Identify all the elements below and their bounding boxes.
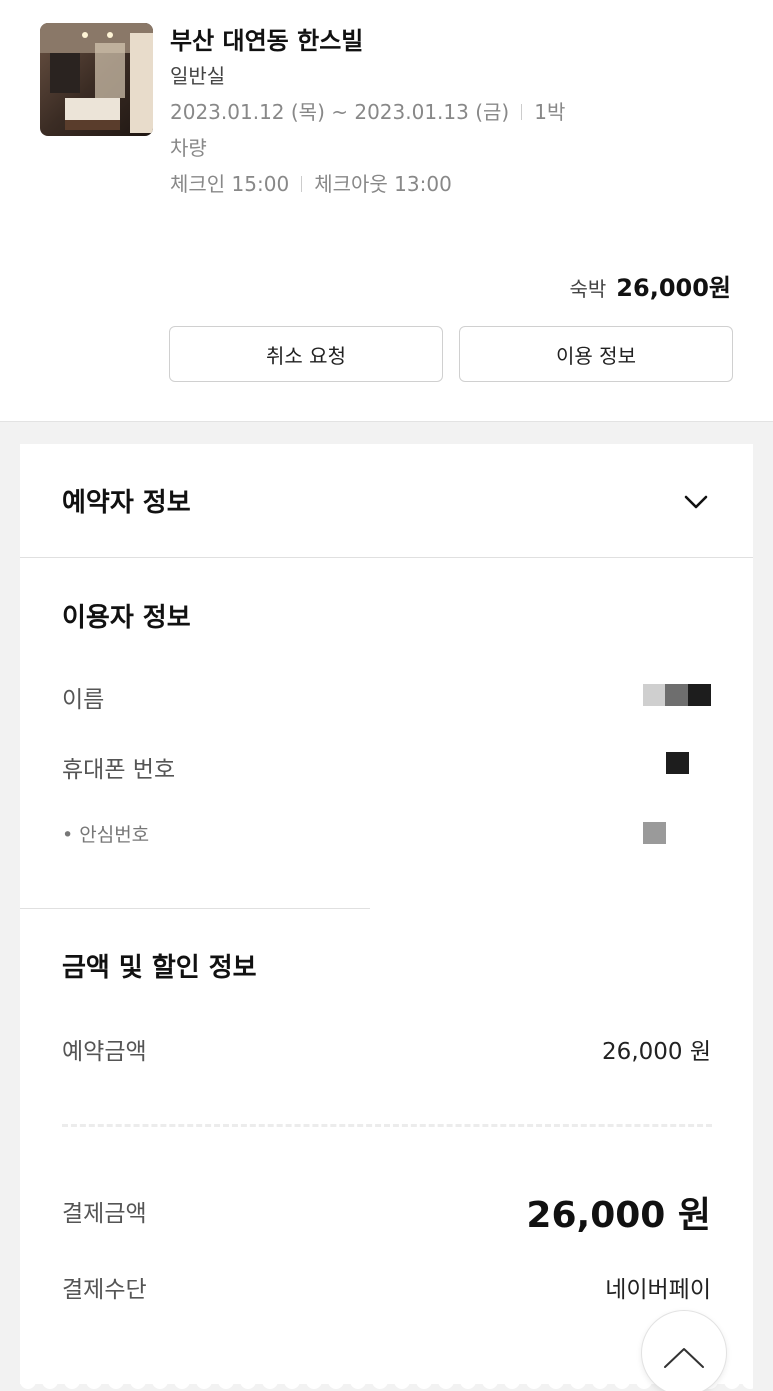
divider: [301, 176, 303, 192]
reservation-summary: 부산 대연동 한스빌 일반실 2023.01.12 (목) ~ 2023.01.…: [0, 0, 773, 422]
checkin-time: 체크인 15:00: [170, 172, 290, 196]
user-section-title: 이용자 정보: [62, 603, 191, 633]
payment-section-title: 금액 및 할인 정보: [62, 953, 257, 983]
chevron-up-icon: [664, 1348, 704, 1368]
chevron-down-icon[interactable]: [681, 487, 711, 517]
reservation-amount-value: 26,000 원: [602, 1039, 711, 1065]
cancel-request-button[interactable]: 취소 요청: [169, 326, 443, 382]
price-label: 숙박: [569, 277, 607, 301]
masked-name: [643, 684, 711, 706]
nights: 1박: [534, 100, 566, 124]
divider: [521, 104, 523, 120]
stay-dates: 2023.01.12 (목) ~ 2023.01.13 (금) 1박: [170, 94, 565, 130]
transport-type: 차량: [170, 136, 207, 160]
payment-method-value: 네이버페이: [605, 1277, 711, 1303]
usage-info-button[interactable]: 이용 정보: [459, 326, 733, 382]
name-label: 이름: [62, 687, 105, 713]
room-thumbnail[interactable]: [40, 23, 153, 136]
masked-safe-number: [643, 822, 666, 844]
hotel-name[interactable]: 부산 대연동 한스빌: [170, 24, 565, 58]
scroll-top-button[interactable]: [641, 1310, 727, 1391]
safe-number-label: • 안심번호: [62, 824, 150, 846]
check-times: 체크인 15:00 체크아웃 13:00: [170, 166, 565, 202]
phone-label: 휴대폰 번호: [62, 757, 176, 783]
checkout-time: 체크아웃 13:00: [314, 172, 452, 196]
payment-method-label: 결제수단: [62, 1277, 147, 1303]
details-card: 예약자 정보 이용자 정보 이름 휴대폰 번호 • 안심번호 금액 및 할인 정…: [20, 444, 753, 1384]
payment-amount-label: 결제금액: [62, 1201, 147, 1227]
reservation-info: 부산 대연동 한스빌 일반실 2023.01.12 (목) ~ 2023.01.…: [170, 24, 565, 202]
receipt-edge: [20, 1372, 753, 1389]
divider: [20, 908, 370, 909]
stay-price: 숙박 26,000원: [569, 268, 731, 303]
payment-amount-value: 26,000 원: [526, 1195, 711, 1236]
dashed-divider: [62, 1124, 712, 1127]
masked-phone: [666, 752, 689, 774]
booker-section-title: 예약자 정보: [62, 488, 191, 518]
price-value: 26,000원: [616, 274, 731, 302]
reservation-amount-label: 예약금액: [62, 1039, 147, 1065]
room-type: 일반실: [170, 64, 226, 88]
date-range: 2023.01.12 (목) ~ 2023.01.13 (금): [170, 100, 510, 124]
divider: [20, 557, 753, 558]
